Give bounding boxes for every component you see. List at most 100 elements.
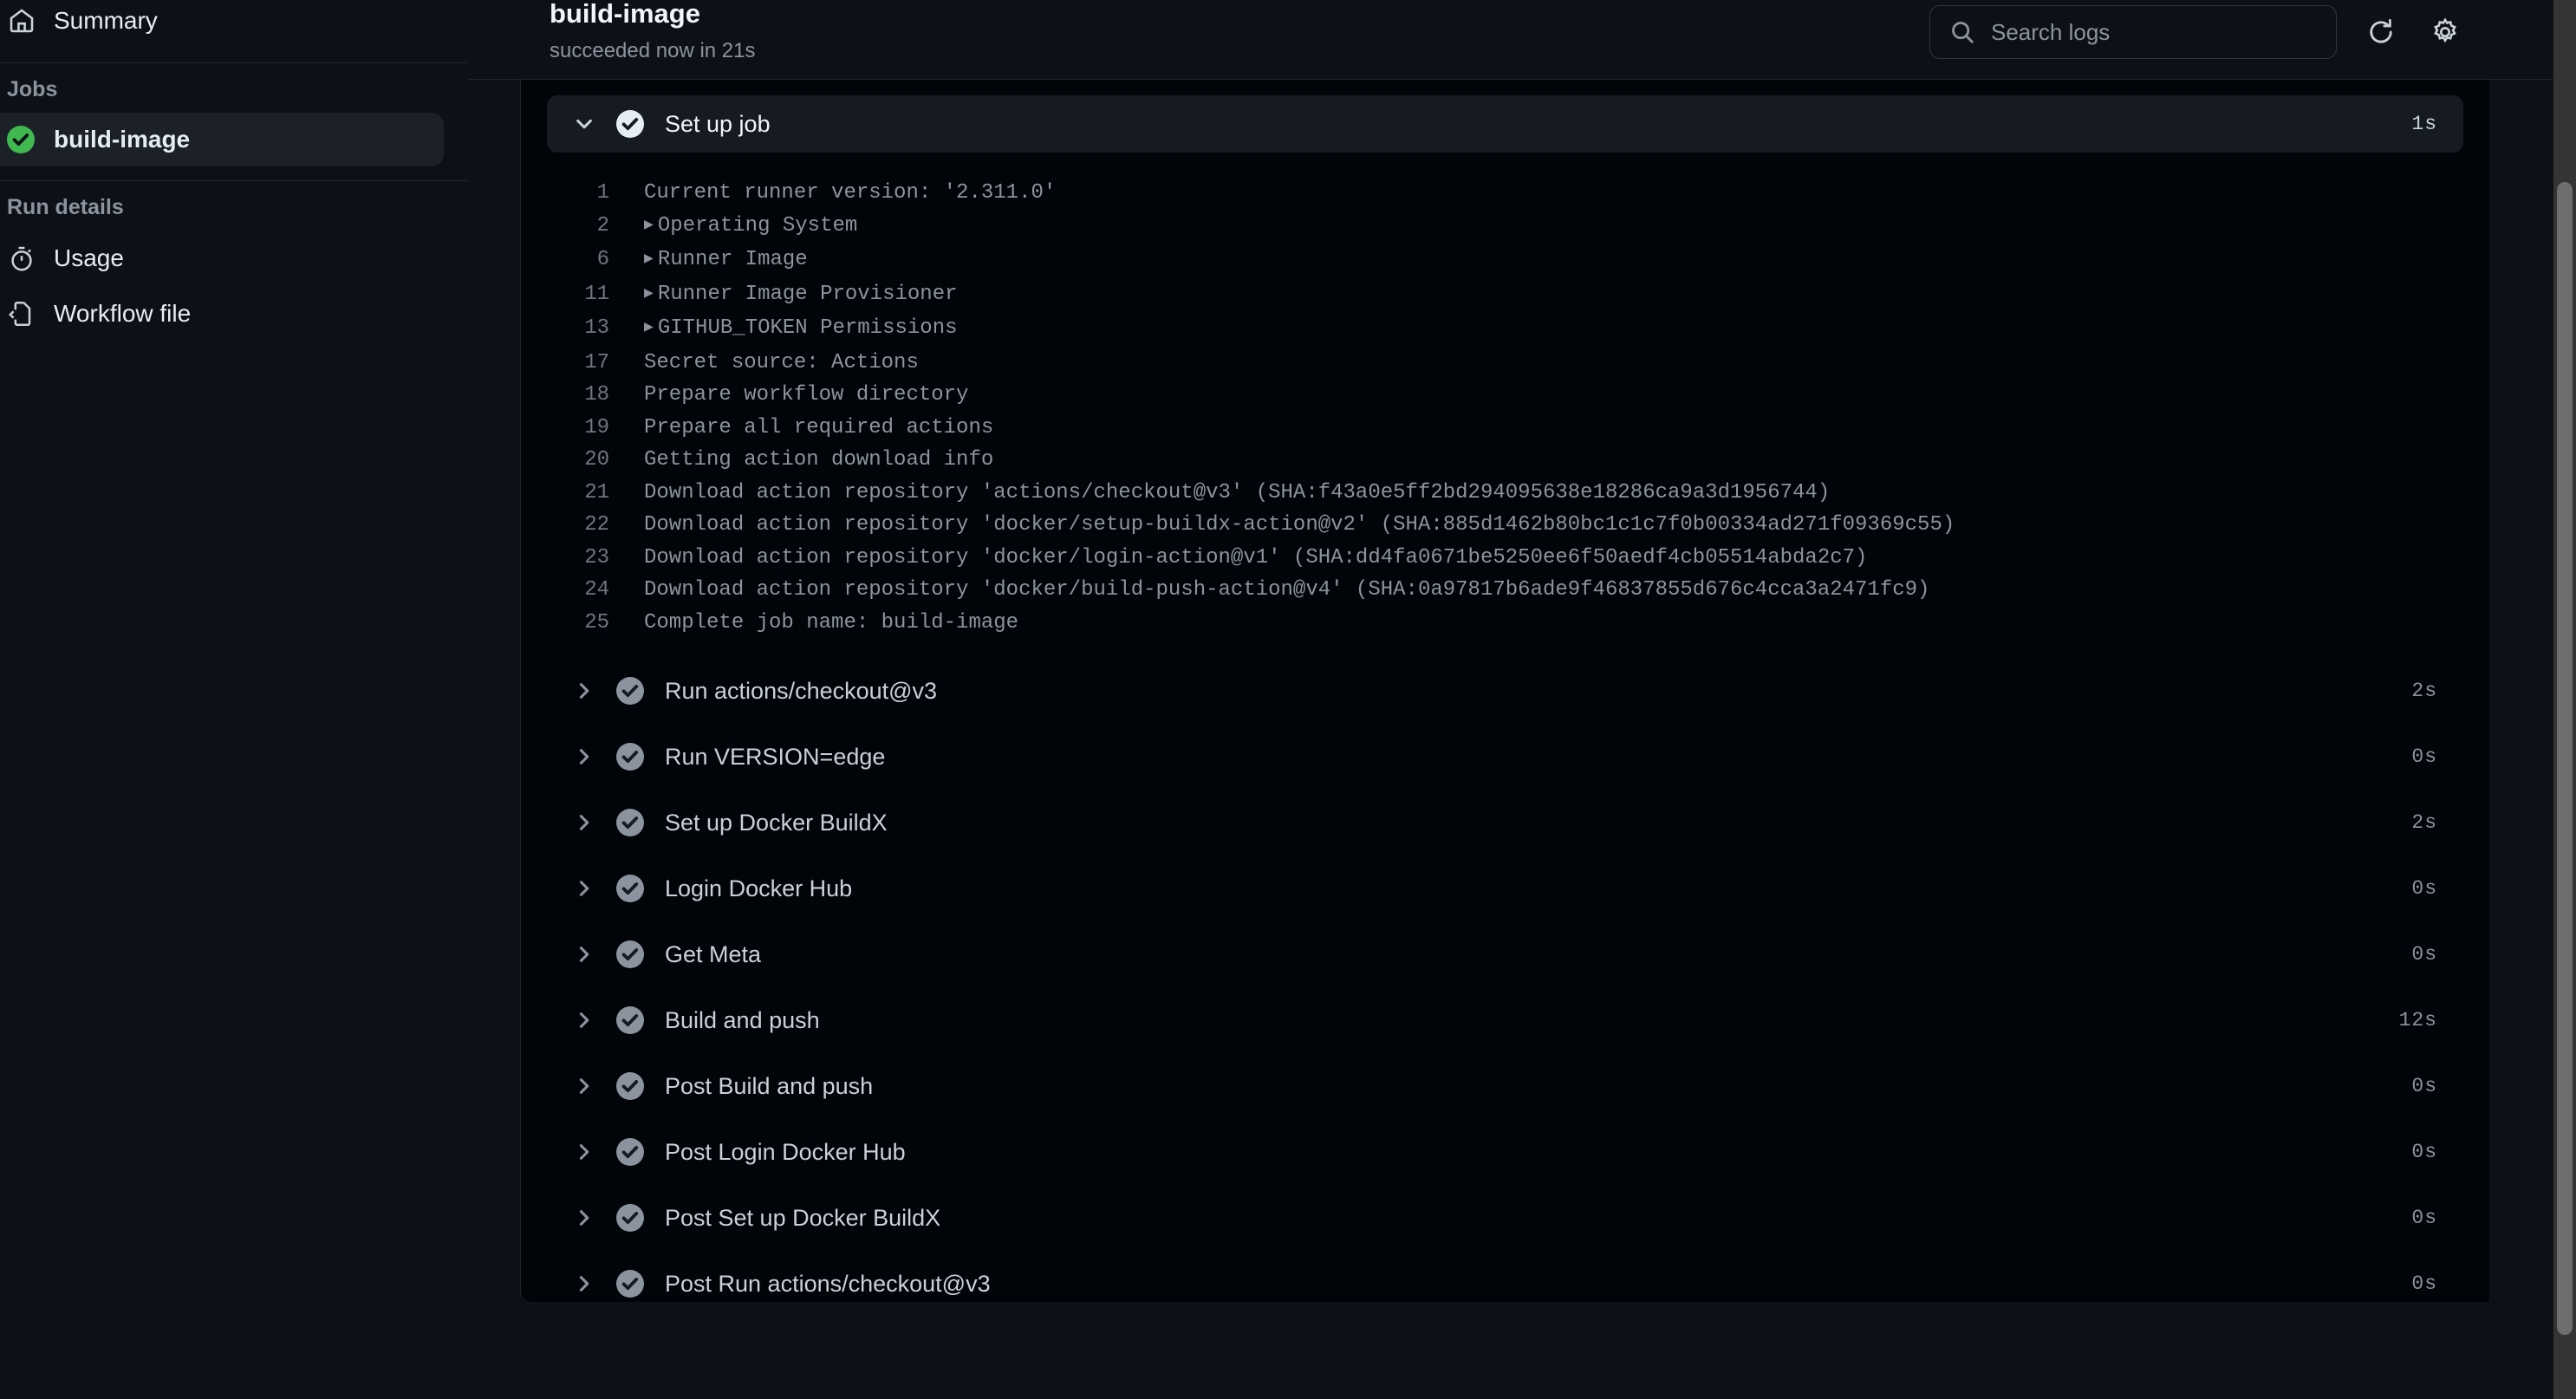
triangle-right-icon[interactable]: ▶ (644, 312, 654, 345)
log-step-name: Get Meta (665, 941, 761, 968)
log-step-name: Post Login Docker Hub (665, 1139, 906, 1166)
log-step-name: Post Run actions/checkout@v3 (665, 1271, 991, 1298)
sidebar-item-usage-label: Usage (54, 244, 124, 272)
chevron-right-icon[interactable] (571, 1271, 597, 1297)
gear-icon[interactable] (2425, 12, 2465, 52)
log-line-text: Download action repository 'docker/login… (616, 542, 1867, 575)
log-step-name: Post Build and push (665, 1073, 873, 1100)
log-line-number: 18 (521, 379, 616, 412)
log-step-row[interactable]: Post Build and push 0s (547, 1053, 2463, 1119)
log-line-text: Download action repository 'actions/chec… (616, 477, 1830, 510)
log-line-text: Download action repository 'docker/setup… (616, 509, 1955, 542)
log-line-text: ▶GITHUB_TOKEN Permissions (616, 312, 958, 347)
job-header: build-image succeeded now in 21s Search … (468, 0, 2576, 80)
log-line-text: Current runner version: '2.311.0' (616, 177, 1056, 210)
log-line-text: Prepare workflow directory (616, 379, 968, 412)
success-check-icon (7, 126, 35, 153)
log-line: 22 Download action repository 'docker/set… (521, 509, 2489, 542)
success-check-icon (616, 1204, 644, 1232)
log-step-row[interactable]: Post Login Docker Hub 0s (547, 1119, 2463, 1185)
log-step-duration: 0s (2411, 1141, 2437, 1163)
log-line-message: Download action repository 'docker/build… (644, 574, 1929, 607)
log-line-message: Download action repository 'docker/login… (644, 542, 1867, 575)
log-step-row[interactable]: Run actions/checkout@v32s (547, 658, 2463, 724)
log-line: 2▶Operating System (521, 210, 2489, 244)
log-line-text: Secret source: Actions (616, 347, 919, 380)
log-step-row[interactable]: Post Set up Docker BuildX 0s (547, 1185, 2463, 1251)
chevron-right-icon[interactable] (571, 810, 597, 836)
log-step-duration: 12s (2399, 1009, 2437, 1031)
sidebar-item-summary[interactable]: Summary (0, 0, 468, 49)
log-line-text: Download action repository 'docker/build… (616, 574, 1929, 607)
log-step-row[interactable]: Login Docker Hub 0s (547, 856, 2463, 921)
log-step-duration: 2s (2411, 811, 2437, 834)
chevron-right-icon[interactable] (571, 875, 597, 901)
log-line-message: Download action repository 'docker/setup… (644, 509, 1955, 542)
log-line-text: Getting action download info (616, 444, 993, 477)
triangle-right-icon[interactable]: ▶ (644, 244, 654, 277)
sidebar-item-workflow-file-label: Workflow file (54, 300, 191, 328)
log-line: 19Prepare all required actions (521, 412, 2489, 445)
chevron-right-icon[interactable] (571, 744, 597, 770)
page-scrollbar[interactable] (2553, 0, 2576, 1399)
log-line: 17Secret source: Actions (521, 347, 2489, 380)
log-steps-list: Run actions/checkout@v32sRun VERSION=edg… (521, 658, 2489, 1302)
log-step-row[interactable]: Post Run actions/checkout@v30s (547, 1251, 2463, 1302)
sidebar-item-workflow-file[interactable]: Workflow file (0, 286, 468, 342)
log-line-number: 13 (521, 312, 616, 345)
log-line-number: 23 (521, 542, 616, 575)
log-step-duration: 2s (2411, 680, 2437, 702)
triangle-right-icon[interactable]: ▶ (644, 278, 654, 311)
chevron-right-icon[interactable] (571, 1073, 597, 1099)
log-line-message: Current runner version: '2.311.0' (644, 177, 1056, 210)
home-icon (7, 6, 36, 36)
sidebar-divider-2 (0, 180, 468, 181)
search-logs-input[interactable]: Search logs (1929, 5, 2337, 59)
log-line-message: Download action repository 'actions/chec… (644, 477, 1830, 510)
log-step-row[interactable]: Run VERSION=edge0s (547, 724, 2463, 790)
log-step-name: Build and push (665, 1007, 820, 1034)
search-logs-placeholder: Search logs (1991, 19, 2110, 46)
log-line-number: 22 (521, 509, 616, 542)
log-line-text: ▶Operating System (616, 210, 857, 244)
log-step-header-set-up-job[interactable]: Set up job 1s (547, 95, 2463, 153)
sidebar: Summary Jobs build-image Run details (0, 0, 468, 1399)
chevron-right-icon[interactable] (571, 678, 597, 704)
log-line: 21 Download action repository 'actions/ch… (521, 477, 2489, 510)
log-line: 18Prepare workflow directory (521, 379, 2489, 412)
log-line-number: 21 (521, 477, 616, 510)
chevron-right-icon[interactable] (571, 1007, 597, 1033)
log-step-duration: 0s (2411, 877, 2437, 900)
chevron-right-icon[interactable] (571, 941, 597, 967)
log-step-duration: 0s (2411, 1075, 2437, 1097)
chevron-right-icon[interactable] (571, 1205, 597, 1231)
log-step-duration: 0s (2411, 1207, 2437, 1229)
sidebar-item-usage[interactable]: Usage (0, 231, 468, 286)
log-step-row[interactable]: Get Meta0s (547, 921, 2463, 987)
log-step-row[interactable]: Build and push 12s (547, 987, 2463, 1053)
log-line: 6▶Runner Image (521, 244, 2489, 278)
sidebar-job-build-image[interactable]: build-image (0, 113, 444, 166)
sidebar-section-run-details-label: Run details (0, 195, 468, 220)
header-toolbar: Search logs (1929, 5, 2465, 59)
chevron-right-icon[interactable] (571, 1139, 597, 1165)
log-step-name: Post Set up Docker BuildX (665, 1205, 940, 1232)
log-line: 25Complete job name: build-image (521, 607, 2489, 640)
refresh-icon[interactable] (2361, 12, 2401, 52)
log-line: 23 Download action repository 'docker/log… (521, 542, 2489, 575)
job-header-titles: build-image succeeded now in 21s (468, 0, 756, 63)
log-line-number: 2 (521, 210, 616, 243)
log-line: 20Getting action download info (521, 444, 2489, 477)
log-step-duration: 1s (2411, 113, 2437, 135)
log-line-message: Runner Image Provisioner (658, 278, 958, 311)
sidebar-section-jobs-label: Jobs (0, 77, 468, 102)
success-check-icon (616, 1072, 644, 1100)
log-line-number: 19 (521, 412, 616, 445)
log-output[interactable]: 1Current runner version: '2.311.0'2▶Oper… (521, 153, 2489, 658)
page-scrollbar-thumb[interactable] (2557, 182, 2573, 1335)
main-content: build-image succeeded now in 21s Search … (468, 0, 2576, 1399)
log-step-row[interactable]: Set up Docker BuildX2s (547, 790, 2463, 856)
triangle-right-icon[interactable]: ▶ (644, 210, 654, 243)
log-step-name: Login Docker Hub (665, 875, 852, 902)
log-line-text: ▶Runner Image Provisioner (616, 278, 958, 313)
